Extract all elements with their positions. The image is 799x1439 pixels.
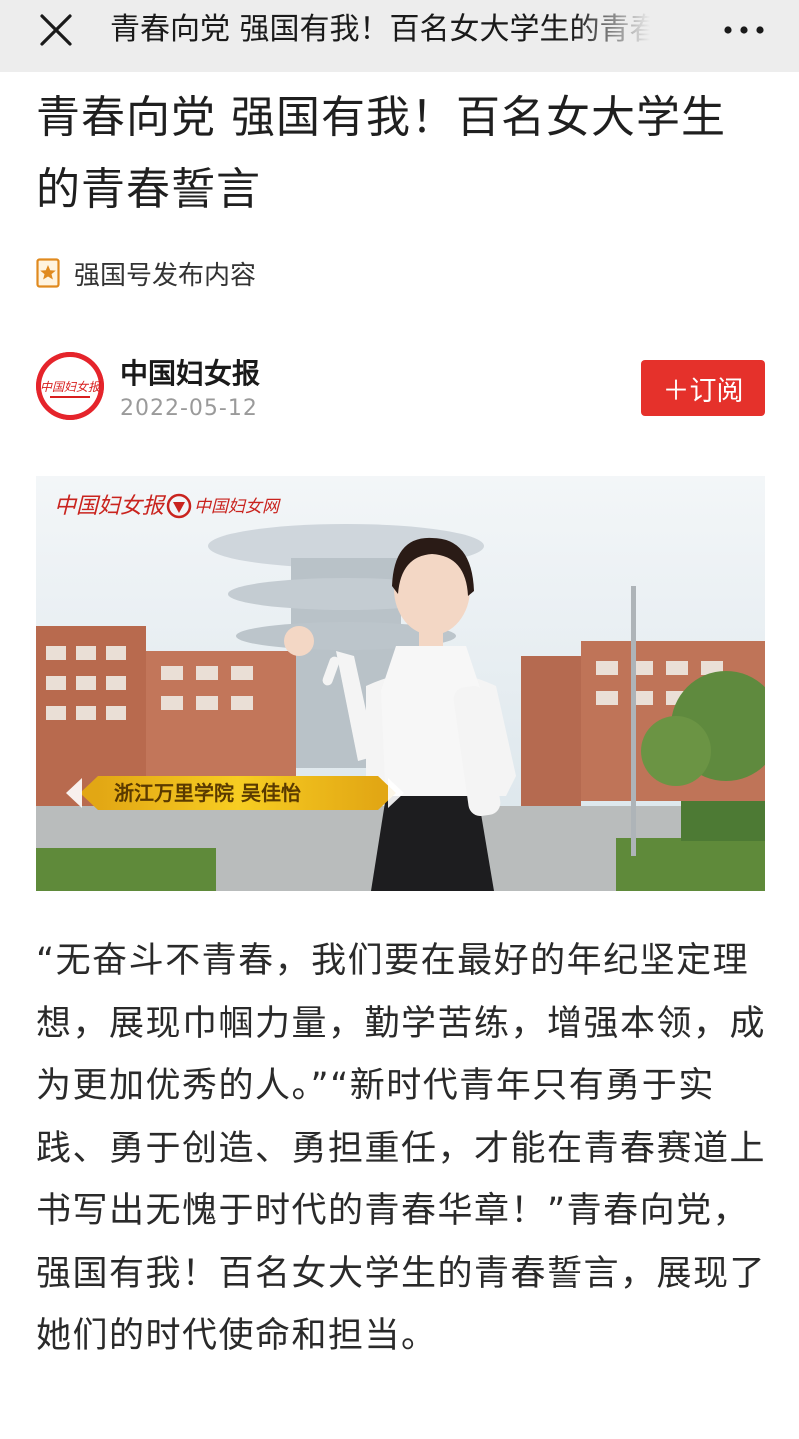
more-icon [724, 26, 764, 34]
site-logo-text: 中国妇女网 [194, 497, 281, 517]
photo-caption: 浙江万里学院 吴佳怡 [114, 781, 301, 805]
close-icon [40, 14, 72, 46]
topbar-title: 青春向党 强国有我！百名女大学生的青春誓言 [110, 12, 650, 47]
author-avatar[interactable]: 中国妇女报 [36, 352, 104, 420]
publish-date: 2022-05-12 [120, 396, 258, 421]
source-label: 强国号发布内容 [74, 260, 257, 291]
subscribe-button[interactable]: ＋订阅 [641, 360, 765, 416]
top-navigation-bar: 青春向党 强国有我！百名女大学生的青春誓言 [0, 0, 799, 72]
photo-caption-banner: 浙江万里学院 吴佳怡 [80, 776, 396, 810]
newspaper-logo-text: 中国妇女报 [54, 494, 167, 519]
article-photo[interactable]: 浙江万里学院 吴佳怡 中国妇女报 中国妇女网 [36, 476, 765, 891]
author-name[interactable]: 中国妇女报 [120, 352, 260, 392]
newspaper-logo: 中国妇女报 [36, 352, 104, 420]
article-headline: 青春向党 强国有我！百名女大学生的青春誓言 [36, 92, 726, 215]
close-button[interactable] [36, 12, 76, 52]
campus-photo-illustration: 浙江万里学院 吴佳怡 中国妇女报 中国妇女网 [36, 476, 765, 891]
more-options-button[interactable] [718, 12, 770, 48]
svg-text:中国妇女报: 中国妇女报 [40, 380, 102, 394]
source-label-row: 强国号发布内容 [36, 255, 256, 291]
article-body: “无奋斗不青春，我们要在最好的年纪坚定理想，展现巾帼力量，勤学苦练，增强本领，成… [36, 941, 767, 1356]
publisher-badge-icon [36, 258, 60, 288]
